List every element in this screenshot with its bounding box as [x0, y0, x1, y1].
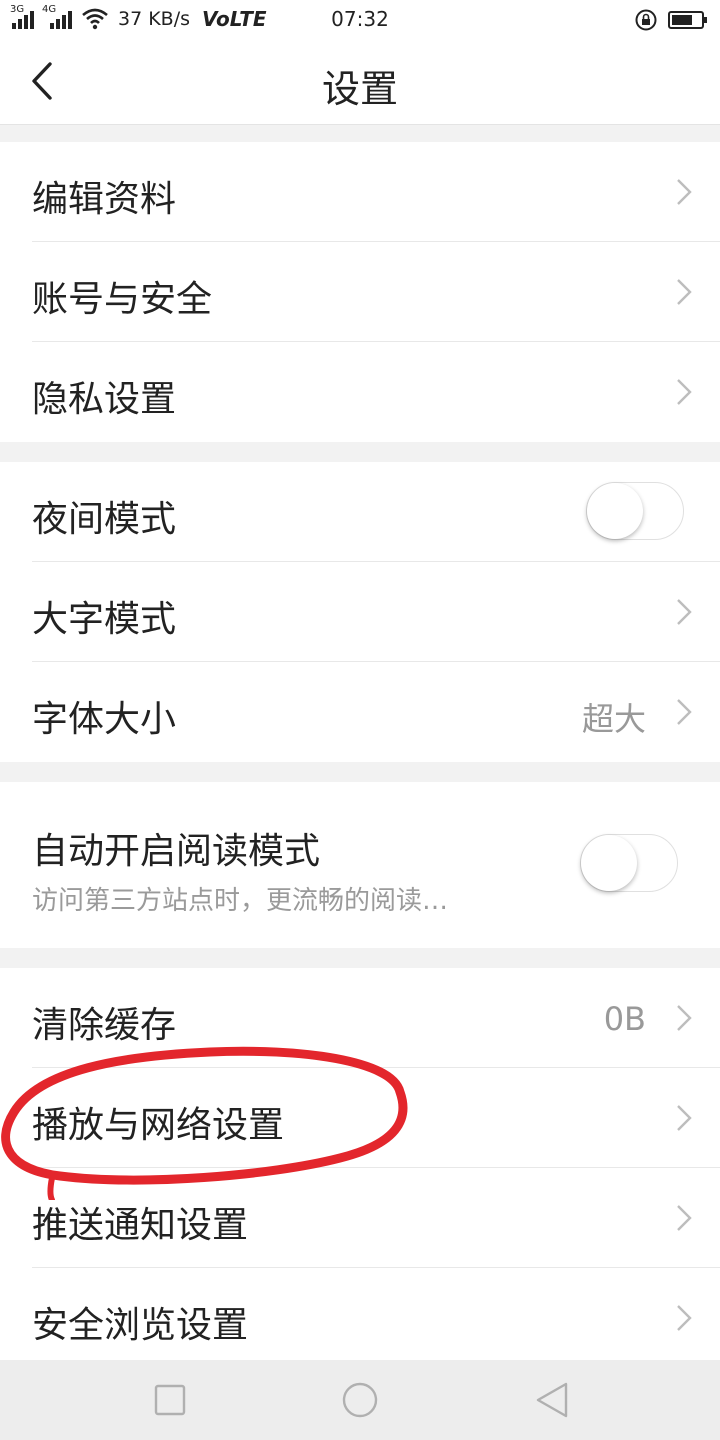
row-label: 夜间模式 [32, 499, 177, 540]
toggle-knob [581, 835, 637, 891]
settings-row-night-mode: 夜间模式 [0, 462, 720, 562]
nav-back-button[interactable] [530, 1378, 574, 1422]
settings-row-large-text-mode[interactable]: 大字模式 [0, 562, 720, 662]
settings-group-account: 编辑资料 账号与安全 隐私设置 [0, 142, 720, 442]
row-label: 编辑资料 [32, 179, 177, 220]
status-bar: 3G 4G 37 KB/s VoLTE 07:32 [0, 0, 720, 38]
chevron-right-icon [677, 1305, 692, 1331]
chevron-right-icon [677, 1105, 692, 1131]
settings-row-clear-cache[interactable]: 清除缓存 0B [0, 968, 720, 1068]
settings-row-playback-network[interactable]: 播放与网络设置 [0, 1068, 720, 1168]
system-nav-bar [0, 1360, 720, 1440]
chevron-right-icon [677, 279, 692, 305]
settings-row-push-notifications[interactable]: 推送通知设置 [0, 1168, 720, 1268]
rotation-lock-icon [634, 8, 658, 36]
nav-recent-button[interactable] [148, 1378, 192, 1422]
chevron-right-icon [677, 1005, 692, 1031]
row-label: 推送通知设置 [32, 1205, 249, 1246]
settings-group-reading: 自动开启阅读模式 访问第三方站点时，更流畅的阅读… [0, 782, 720, 948]
chevron-right-icon [677, 1205, 692, 1231]
settings-row-privacy[interactable]: 隐私设置 [0, 342, 720, 442]
row-label: 清除缓存 [32, 1005, 177, 1046]
chevron-right-icon [677, 699, 692, 725]
row-label: 自动开启阅读模式 [32, 831, 321, 872]
clock: 07:32 [331, 7, 389, 31]
triangle-back-icon [536, 1382, 568, 1418]
row-label: 播放与网络设置 [32, 1105, 285, 1146]
row-label: 隐私设置 [32, 379, 177, 420]
row-sublabel: 访问第三方站点时，更流畅的阅读… [32, 886, 449, 916]
chevron-right-icon [677, 379, 692, 405]
circle-icon [342, 1382, 378, 1418]
chevron-right-icon [677, 179, 692, 205]
settings-row-auto-reading-mode: 自动开启阅读模式 访问第三方站点时，更流畅的阅读… [0, 782, 720, 948]
settings-row-font-size[interactable]: 字体大小 超大 [0, 662, 720, 762]
page-title: 设置 [321, 67, 398, 111]
status-right [634, 8, 708, 36]
settings-row-edit-profile[interactable]: 编辑资料 [0, 142, 720, 242]
toggle-knob [587, 483, 643, 539]
row-label: 账号与安全 [32, 279, 213, 320]
square-icon [154, 1384, 186, 1416]
battery-icon [668, 10, 708, 34]
font-size-value: 超大 [581, 700, 646, 738]
nav-home-button[interactable] [338, 1378, 382, 1422]
settings-row-account-security[interactable]: 账号与安全 [0, 242, 720, 342]
settings-screen: 3G 4G 37 KB/s VoLTE 07:32 设置 编辑资料 账号与安全 … [0, 0, 720, 1440]
row-label: 字体大小 [32, 699, 177, 740]
settings-row-safe-browsing[interactable]: 安全浏览设置 [0, 1268, 720, 1368]
cache-size-value: 0B [603, 1000, 646, 1038]
row-label: 大字模式 [32, 599, 177, 640]
chevron-right-icon [677, 599, 692, 625]
settings-group-other: 清除缓存 0B 播放与网络设置 推送通知设置 安全浏览设置 [0, 968, 720, 1368]
row-label: 安全浏览设置 [32, 1305, 249, 1346]
settings-group-display: 夜间模式 大字模式 字体大小 超大 [0, 462, 720, 762]
auto-reading-mode-toggle[interactable] [580, 834, 678, 892]
night-mode-toggle[interactable] [586, 482, 684, 540]
title-bar: 设置 [0, 38, 720, 125]
